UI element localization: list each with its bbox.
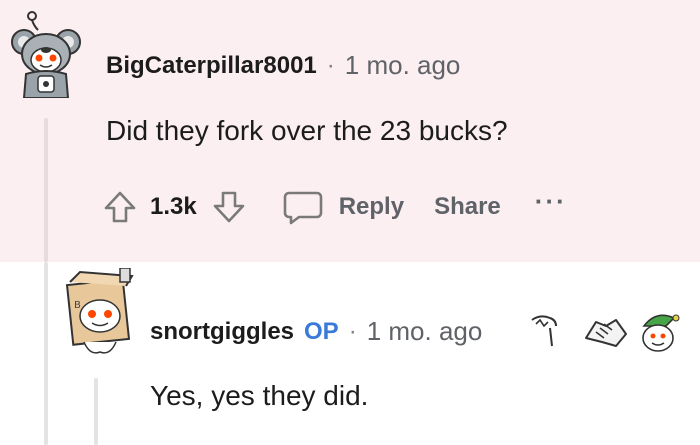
upvote-icon[interactable] (100, 187, 140, 227)
timestamp[interactable]: 1 mo. ago (345, 50, 461, 81)
downvote-icon[interactable] (209, 187, 249, 227)
separator-dot: · (348, 317, 357, 345)
wholesome-award-icon[interactable] (526, 310, 566, 350)
koala-avatar-icon[interactable] (10, 10, 82, 99)
comment-body: Did they fork over the 23 bucks? (106, 115, 508, 146)
thread-line[interactable] (44, 118, 48, 262)
separator-dot: · (326, 51, 335, 79)
comment-bubble-icon (281, 187, 325, 227)
timestamp[interactable]: 1 mo. ago (367, 316, 483, 347)
comment-actions: 1.3k Reply Share ··· (100, 184, 567, 230)
elf-hat-award-icon[interactable] (636, 308, 684, 356)
handshake-award-icon[interactable] (582, 312, 630, 352)
vote-score: 1.3k (150, 193, 197, 220)
comment2-meta: snortgiggles OP · 1 mo. ago (150, 316, 482, 347)
comment-body: Yes, yes they did. (150, 380, 369, 411)
username[interactable]: snortgiggles (150, 318, 294, 346)
op-badge: OP (304, 317, 339, 345)
box-robot-avatar-icon[interactable]: B (60, 267, 140, 358)
thread-line[interactable] (44, 262, 48, 445)
more-options-button[interactable]: ··· (535, 186, 567, 217)
svg-text:B: B (74, 300, 81, 311)
thread-line[interactable] (94, 378, 98, 445)
reply-label: Reply (338, 193, 405, 220)
comment1-meta: BigCaterpillar8001 · 1 mo. ago (106, 50, 460, 81)
reply-button[interactable]: Reply (281, 187, 404, 227)
username[interactable]: BigCaterpillar8001 (106, 52, 317, 80)
share-button[interactable]: Share (434, 193, 501, 221)
